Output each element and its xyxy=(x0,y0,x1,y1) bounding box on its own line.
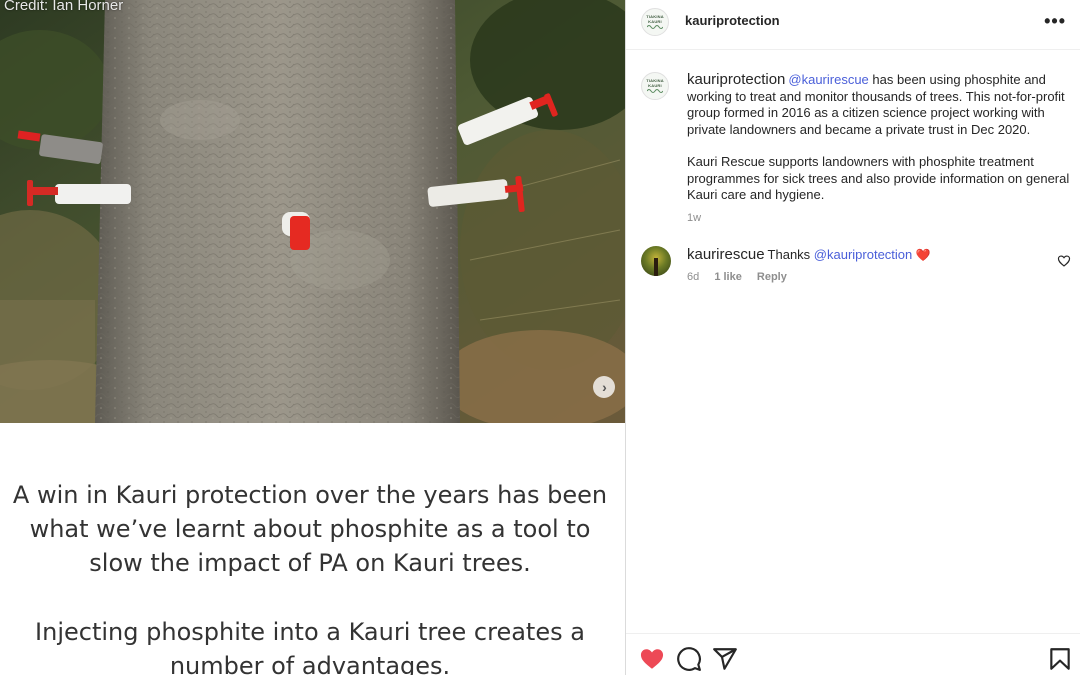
more-options-icon[interactable]: ••• xyxy=(1044,11,1066,32)
caption-mention[interactable]: @kaurirescue xyxy=(788,72,868,87)
commenter-avatar[interactable] xyxy=(641,246,671,276)
post-media: Credit: Ian Horner › A win in Kauri prot… xyxy=(0,0,625,675)
comment-icon[interactable] xyxy=(676,646,702,672)
post-header: TIAKINA KAURI kauriprotection ••• xyxy=(626,0,1080,50)
wave-logo-icon xyxy=(647,25,663,29)
caption-paragraph-2: Kauri Rescue supports landowners with ph… xyxy=(687,154,1070,202)
post-actions-bar xyxy=(626,633,1080,675)
caption-body: kauriprotection @kaurirescue has been usi… xyxy=(687,71,1072,227)
bookmark-icon[interactable] xyxy=(1047,646,1073,672)
caption-avatar[interactable]: TIAKINA KAURI xyxy=(641,72,669,100)
slide-text-paragraph-2: Injecting phosphite into a Kauri tree cr… xyxy=(35,618,585,675)
comment-body: kaurirescue Thanks @kauriprotection ❤️ xyxy=(687,246,1027,264)
slide-text-area: A win in Kauri protection over the years… xyxy=(0,423,625,675)
comment-like-icon[interactable] xyxy=(1057,254,1071,268)
comment-meta: 6d 1 like Reply xyxy=(687,271,787,283)
comment-mention[interactable]: @kauriprotection xyxy=(814,247,912,262)
post-photo: Credit: Ian Horner › xyxy=(0,0,625,423)
header-username[interactable]: kauriprotection xyxy=(685,13,780,28)
carousel-next-button[interactable]: › xyxy=(593,376,615,398)
slide-text-paragraph-1: A win in Kauri protection over the years… xyxy=(12,481,608,577)
heart-emoji: ❤️ xyxy=(915,248,931,262)
author-avatar[interactable]: TIAKINA KAURI xyxy=(641,8,669,36)
post-side-panel: TIAKINA KAURI kauriprotection ••• TIAKIN… xyxy=(625,0,1080,675)
photo-credit: Credit: Ian Horner xyxy=(4,0,124,14)
comment-username[interactable]: kaurirescue xyxy=(687,246,765,263)
comment-item: kaurirescue Thanks @kauriprotection ❤️ 6d… xyxy=(641,246,1071,290)
heart-filled-icon[interactable] xyxy=(639,646,665,672)
caption-timestamp[interactable]: 1w xyxy=(687,210,1072,227)
comment-text: Thanks xyxy=(767,247,814,262)
caption-username[interactable]: kauriprotection xyxy=(687,71,785,88)
kauri-tree-photo xyxy=(0,0,625,423)
comment-reply-button[interactable]: Reply xyxy=(757,271,787,283)
chevron-right-icon: › xyxy=(602,379,607,395)
comment-time[interactable]: 6d xyxy=(687,271,699,283)
share-icon[interactable] xyxy=(712,646,738,672)
caption-paragraph-1: kauriprotection @kaurirescue has been usi… xyxy=(687,71,1072,138)
comment-likes[interactable]: 1 like xyxy=(714,271,742,283)
wave-logo-icon xyxy=(647,89,663,93)
